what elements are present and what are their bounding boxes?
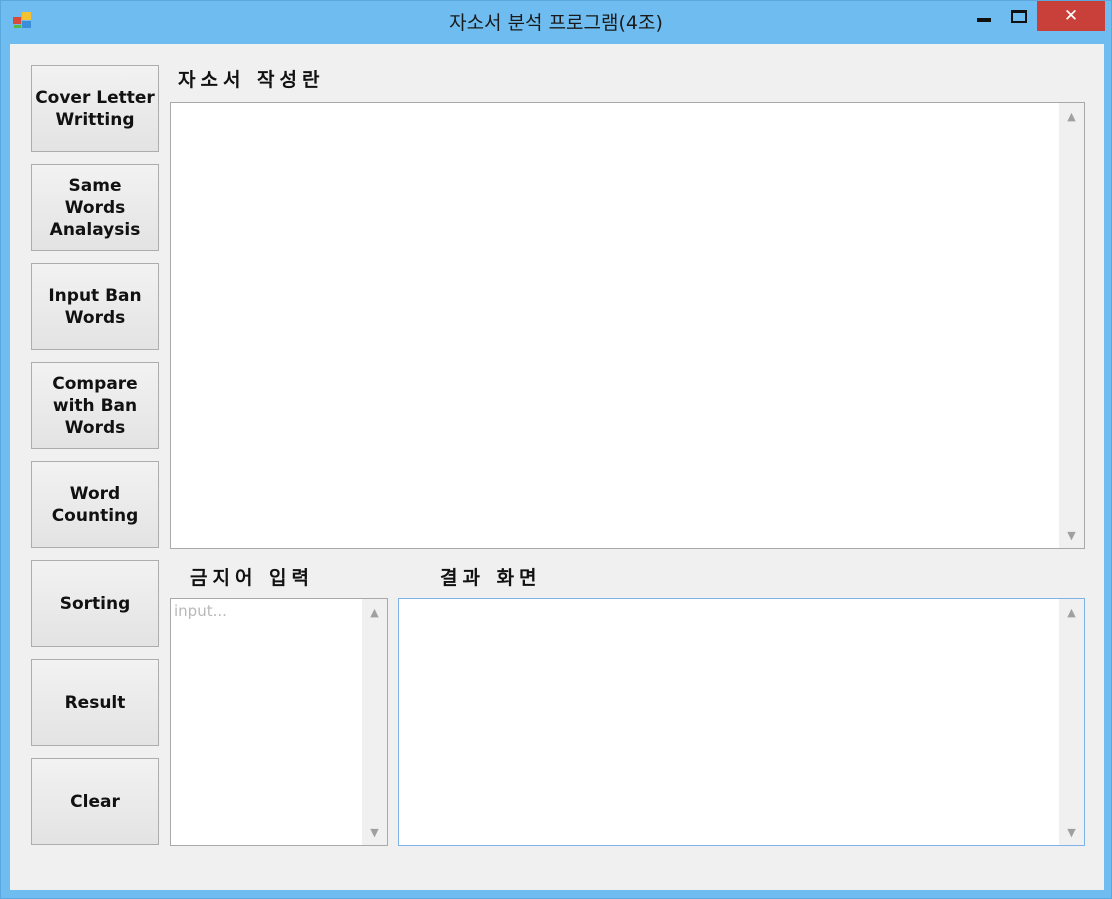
result-scrollbar[interactable]: ▲ ▼: [1059, 599, 1084, 845]
scroll-up-icon[interactable]: ▲: [362, 601, 387, 623]
result-button[interactable]: Result: [31, 659, 159, 746]
cover-letter-textarea[interactable]: ▲ ▼: [170, 102, 1085, 549]
minimize-icon: [977, 18, 991, 22]
compare-ban-words-button[interactable]: Compare with Ban Words: [31, 362, 159, 449]
client-area: Cover Letter Writting Same Words Analays…: [10, 44, 1104, 890]
word-counting-button[interactable]: Word Counting: [31, 461, 159, 548]
writing-area-label: 자소서 작성란: [178, 69, 325, 91]
sorting-button[interactable]: Sorting: [31, 560, 159, 647]
same-words-analysis-button[interactable]: Same Words Analaysis: [31, 164, 159, 251]
scroll-up-icon[interactable]: ▲: [1059, 601, 1084, 623]
scroll-up-icon[interactable]: ▲: [1059, 105, 1084, 127]
ban-words-label: 금지어 입력: [190, 567, 315, 589]
scroll-down-icon[interactable]: ▼: [1059, 524, 1084, 546]
result-screen-label: 결과 화면: [440, 567, 542, 589]
result-textarea[interactable]: ▲ ▼: [398, 598, 1085, 846]
ban-words-placeholder: input...: [174, 602, 227, 620]
maximize-button[interactable]: [1004, 1, 1034, 31]
minimize-button[interactable]: [967, 1, 1001, 31]
maximize-icon: [1011, 9, 1027, 23]
cover-letter-writing-button[interactable]: Cover Letter Writting: [31, 65, 159, 152]
ban-words-textarea[interactable]: input... ▲ ▼: [170, 598, 388, 846]
title-bar[interactable]: 자소서 분석 프로그램(4조) ✕: [1, 1, 1111, 43]
ban-words-scrollbar[interactable]: ▲ ▼: [362, 599, 387, 845]
scroll-down-icon[interactable]: ▼: [362, 821, 387, 843]
input-ban-words-button[interactable]: Input Ban Words: [31, 263, 159, 350]
cover-letter-scrollbar[interactable]: ▲ ▼: [1059, 103, 1084, 548]
app-window: 자소서 분석 프로그램(4조) ✕ Cover Letter Writting …: [0, 0, 1112, 899]
close-button[interactable]: ✕: [1037, 1, 1105, 31]
close-icon: ✕: [1063, 6, 1079, 26]
scroll-down-icon[interactable]: ▼: [1059, 821, 1084, 843]
window-title: 자소서 분석 프로그램(4조): [449, 12, 663, 34]
clear-button[interactable]: Clear: [31, 758, 159, 845]
